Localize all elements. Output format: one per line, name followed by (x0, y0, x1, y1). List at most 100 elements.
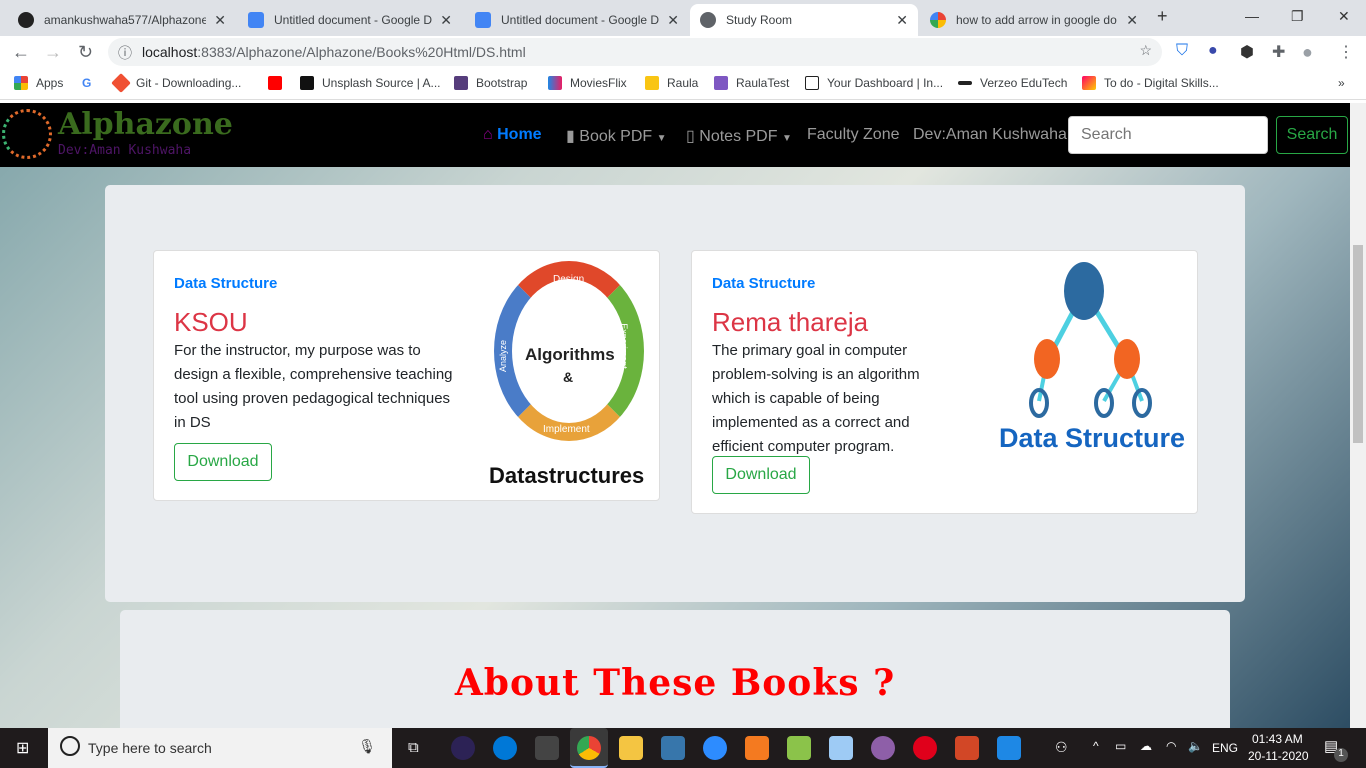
card-category: Data Structure (712, 275, 816, 292)
download-button[interactable]: Download (712, 456, 810, 494)
bookmark-apps[interactable]: Apps (14, 76, 63, 90)
more-bookmarks-icon[interactable]: » (1338, 76, 1345, 90)
close-tab-icon[interactable]: ✕ (214, 12, 226, 29)
bookmark-raulatest[interactable]: RaulaTest (714, 76, 789, 90)
tab-title: Study Room (726, 13, 793, 27)
python-app-icon[interactable] (661, 736, 685, 760)
forward-icon[interactable]: → (44, 42, 62, 63)
opera-app-icon[interactable] (913, 736, 937, 760)
close-window-icon[interactable]: ✕ (1338, 8, 1350, 25)
edge-app-icon[interactable] (493, 736, 517, 760)
search-button[interactable]: Search (1276, 116, 1348, 154)
bookmark-dashboard[interactable]: Your Dashboard | In... (805, 76, 943, 90)
maximize-icon[interactable]: ❐ (1291, 8, 1304, 25)
bookmark-git[interactable]: Git - Downloading... (111, 73, 241, 93)
tab-docs-1[interactable]: Untitled document - Google Do ✕ (238, 4, 462, 36)
clock-date[interactable]: 20-11-2020 (1248, 749, 1309, 763)
page-viewport: Alphazone Dev:Aman Kushwaha ⌂ Home ▮ Boo… (0, 103, 1350, 728)
task-view-icon[interactable]: ⧉ (408, 739, 419, 756)
photos-app-icon[interactable] (997, 736, 1021, 760)
store-app-icon[interactable] (535, 736, 559, 760)
ampersand-label: & (563, 369, 574, 385)
people-icon[interactable]: ⚇ (1055, 739, 1068, 756)
bookmark-verzeo[interactable]: Verzeo EduTech (958, 76, 1067, 90)
book-card-ksou: Data Structure KSOU For the instructor, … (153, 250, 660, 501)
eclipse-app-icon[interactable] (451, 736, 475, 760)
close-tab-icon[interactable]: ✕ (667, 12, 679, 29)
powerpoint-app-icon[interactable] (955, 736, 979, 760)
windows-start-icon[interactable]: ⊞ (16, 738, 29, 758)
cortana-icon (60, 736, 80, 756)
tab-title: amankushwaha577/Alphazone (44, 13, 207, 27)
tab-docs-2[interactable]: Untitled document - Google Do ✕ (465, 4, 689, 36)
volume-icon[interactable]: 🔈 (1188, 739, 1203, 753)
virtualbox-app-icon[interactable] (787, 736, 811, 760)
menu-icon[interactable]: ⋮ (1338, 42, 1354, 62)
minimize-icon[interactable]: — (1245, 8, 1259, 24)
nav-label: Book PDF (579, 128, 653, 145)
profile-avatar[interactable]: ● (1302, 42, 1313, 63)
design-label: Design (553, 274, 585, 285)
close-tab-icon[interactable]: ✕ (1126, 12, 1138, 29)
extension-icon[interactable]: ● (1208, 42, 1218, 60)
sublime-app-icon[interactable] (745, 736, 769, 760)
extension-shield-icon[interactable]: ⛉ (1176, 42, 1188, 60)
language-indicator[interactable]: ENG (1212, 741, 1238, 755)
bookmark-star-icon[interactable]: ☆ (1139, 42, 1152, 59)
nav-faculty-zone[interactable]: Faculty Zone (807, 126, 899, 144)
bookmark-moviesflix[interactable]: MoviesFlix (548, 76, 627, 90)
close-tab-icon[interactable]: ✕ (896, 12, 908, 29)
address-bar[interactable]: ⓘ localhost:8383/Alphazone/Alphazone/Book… (108, 38, 1162, 66)
extension-cube-icon[interactable]: ⬢ (1240, 42, 1254, 62)
new-tab-icon[interactable]: + (1157, 6, 1168, 27)
tab-github[interactable]: amankushwaha577/Alphazone ✕ (8, 4, 236, 36)
brand-logo[interactable]: Alphazone (58, 107, 233, 142)
google-icon (930, 12, 946, 28)
nav-notes-pdf[interactable]: ▯ Notes PDF ▼ (686, 126, 792, 146)
nav-developer[interactable]: Dev:Aman Kushwaha (913, 126, 1067, 144)
info-icon: ⓘ (118, 45, 132, 61)
extensions-puzzle-icon[interactable]: ✚ (1272, 42, 1285, 62)
scrollbar-thumb[interactable] (1353, 245, 1363, 443)
bookmark-google[interactable]: G (82, 76, 91, 90)
book-card-rema-thareja: Data Structure Rema thareja The primary … (691, 250, 1198, 514)
google-icon: G (82, 76, 92, 90)
caret-down-icon: ▼ (781, 133, 792, 144)
tab-title: Untitled document - Google Do (274, 13, 433, 27)
taskbar-search[interactable]: Type here to search 🎙 (48, 728, 392, 768)
chrome-app-icon[interactable] (570, 728, 608, 768)
url-path: :8383/Alphazone/Alphazone/Books%20Html/D… (197, 44, 526, 60)
bookmark-todo[interactable]: To do - Digital Skills... (1082, 76, 1219, 90)
app-icon[interactable] (829, 736, 853, 760)
bookmark-unsplash[interactable]: Unsplash Source | A... (300, 76, 441, 90)
search-input[interactable] (1068, 116, 1268, 154)
clock-time[interactable]: 01:43 AM (1252, 732, 1303, 746)
battery-icon[interactable]: ▭ (1115, 739, 1126, 753)
reload-icon[interactable]: ↻ (78, 42, 93, 63)
pdf-file-icon: ▯ (686, 128, 695, 145)
book-icon: ▮ (566, 128, 575, 145)
github-desktop-icon[interactable] (871, 736, 895, 760)
bookmarks-bar: Apps G Git - Downloading... Unsplash Sou… (0, 68, 1366, 100)
tab-title: Untitled document - Google Do (501, 13, 660, 27)
file-explorer-icon[interactable] (619, 736, 643, 760)
tab-study-room[interactable]: Study Room ✕ (690, 4, 918, 36)
microphone-icon[interactable]: 🎙 (358, 738, 376, 755)
download-button[interactable]: Download (174, 443, 272, 481)
show-hidden-icons[interactable]: ^ (1093, 739, 1099, 753)
close-tab-icon[interactable]: ✕ (440, 12, 452, 29)
page-scrollbar[interactable] (1350, 103, 1366, 728)
onedrive-icon[interactable]: ☁ (1140, 739, 1152, 753)
nav-book-pdf[interactable]: ▮ Book PDF ▼ (566, 126, 667, 146)
back-icon[interactable]: ← (12, 42, 30, 63)
wifi-icon[interactable]: ◠ (1166, 739, 1176, 753)
zoom-app-icon[interactable] (703, 736, 727, 760)
tab-google-search[interactable]: how to add arrow in google do ✕ (920, 4, 1148, 36)
url-host: localhost (142, 44, 198, 60)
bookmark-label: MoviesFlix (570, 76, 627, 90)
card-title: Rema thareja (712, 307, 869, 337)
bookmark-raula[interactable]: Raula (645, 76, 698, 90)
bookmark-youtube[interactable] (268, 76, 290, 90)
nav-home[interactable]: ⌂ Home (483, 126, 542, 144)
bookmark-bootstrap[interactable]: Bootstrap (454, 76, 527, 90)
